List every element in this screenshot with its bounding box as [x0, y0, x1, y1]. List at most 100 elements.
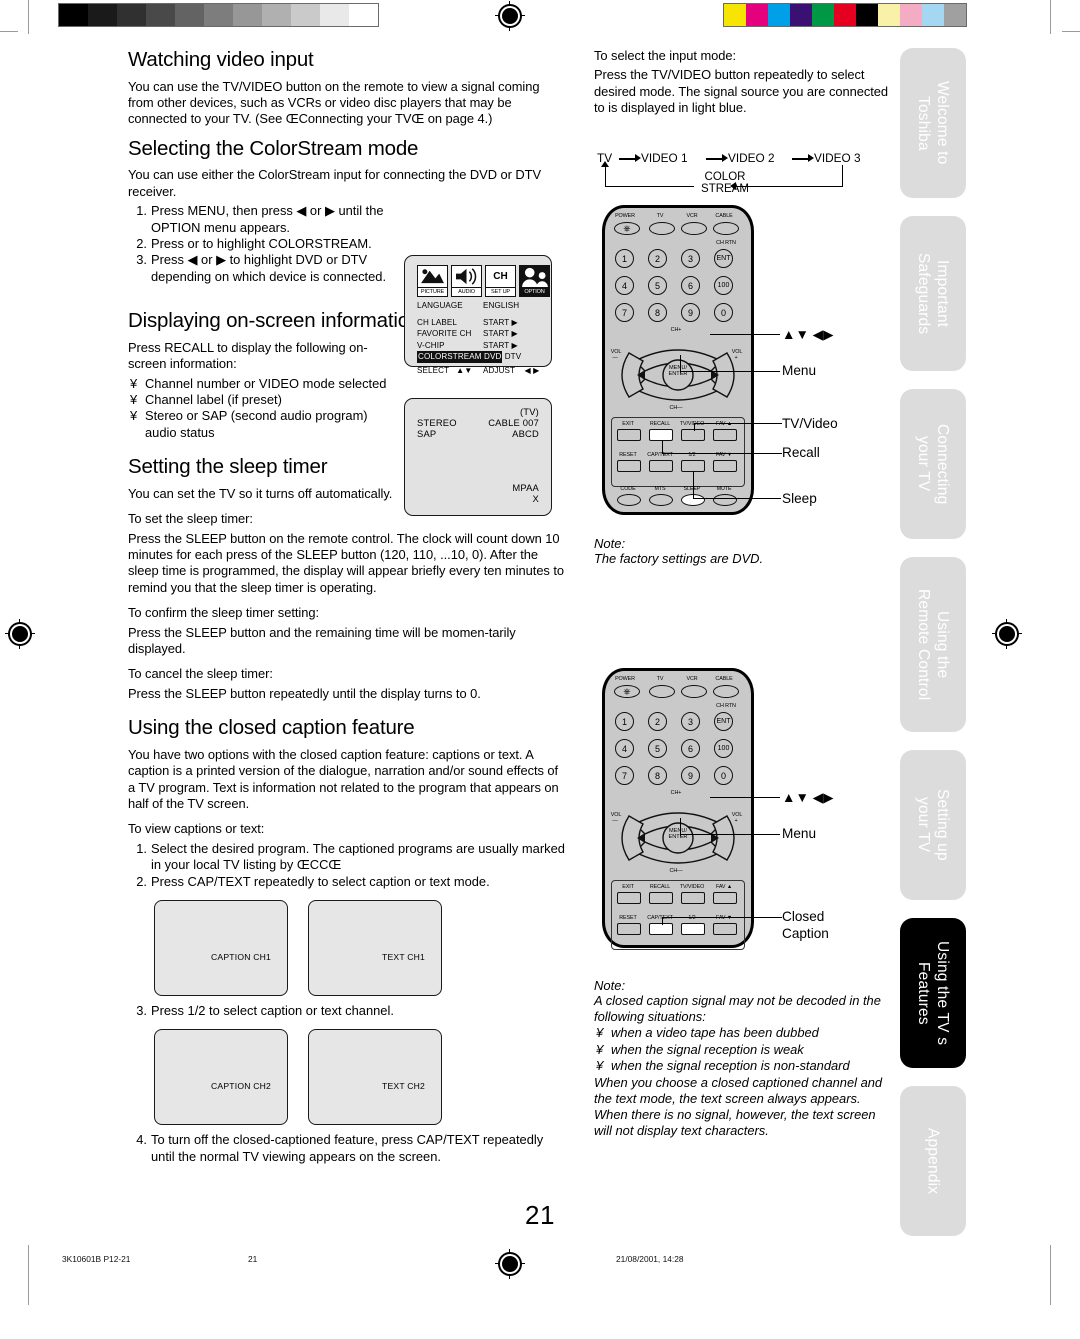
remote-key-9[interactable]: 9 [681, 303, 700, 322]
flow-item-video3: VIDEO 3 [814, 151, 861, 165]
remote-key-4[interactable]: 4 [615, 739, 634, 758]
remote-button-vcr[interactable] [681, 685, 707, 698]
remote-key-0[interactable]: 0 [714, 303, 733, 322]
osd-icon-option[interactable]: OPTION [519, 265, 550, 297]
step-text: Press 1/2 to select caption or text chan… [151, 1003, 394, 1019]
flow-arrowhead-2 [722, 154, 728, 162]
remote-key-2[interactable]: 2 [648, 712, 667, 731]
remote-key-7[interactable]: 7 [615, 766, 634, 785]
osd-icon-picture[interactable]: PICTURE [417, 265, 448, 297]
gray-swatch-0 [59, 4, 88, 26]
remote-key-7[interactable]: 7 [615, 303, 634, 322]
list-item: 4. To turn off the closed-captioned featu… [128, 1132, 568, 1165]
remote-button-cable[interactable] [713, 685, 739, 698]
remote-key-1[interactable]: 1 [615, 712, 634, 731]
remote-key-ent[interactable]: ENT [714, 712, 733, 731]
remote-key-100[interactable]: 100 [714, 276, 733, 295]
osd-recall-display: (TV) STEREO CABLE 007 SAP ABCD MPAA X [404, 398, 552, 516]
remote-button-reset[interactable] [617, 923, 641, 935]
remote-button-exit[interactable] [617, 892, 641, 904]
osd-icon-audio[interactable]: AUDIO [451, 265, 482, 297]
list-item: ¥ Channel number or VIDEO mode selected [128, 376, 390, 392]
section-tab-using-the-remote-control[interactable]: Using the Remote Control [900, 557, 966, 732]
remote-key-8[interactable]: 8 [648, 303, 667, 322]
remote-button-cap-text[interactable] [649, 923, 673, 935]
osd-menu-row[interactable]: COLORSTREAM DVD DTV [417, 351, 542, 363]
remote-button-exit[interactable] [617, 429, 641, 441]
step-number: 3. [136, 252, 147, 268]
remote-button-fav-[interactable] [713, 460, 737, 472]
footer-document-code: 3K10601B P12-21 [62, 1254, 131, 1264]
remote-key-100[interactable]: 100 [714, 739, 733, 758]
remote-callout-line-vertical [662, 917, 664, 925]
section-tab-welcome-to-toshiba[interactable]: Welcome to Toshiba [900, 48, 966, 198]
remote-button-cable[interactable] [713, 222, 739, 235]
remote-button-mts[interactable] [649, 494, 673, 506]
remote-button-reset[interactable] [617, 460, 641, 472]
section-tab-label: Using the Remote Control [915, 588, 951, 701]
remote-button-tv-video[interactable] [681, 429, 705, 441]
crop-mark-top-left [28, 0, 29, 34]
remote-key-6[interactable]: 6 [681, 739, 700, 758]
remote-button-power[interactable]: ⎈ [614, 685, 640, 698]
osd-menu-row[interactable]: CH LABEL START ▶ [417, 317, 542, 329]
remote-button-fav-[interactable] [713, 923, 737, 935]
remote-label-code: CODE [620, 486, 636, 492]
remote-key-9[interactable]: 9 [681, 766, 700, 785]
remote-button-mute[interactable] [713, 494, 737, 506]
osd-menu-row[interactable]: V-CHIP START ▶ [417, 340, 542, 352]
text-to-confirm-sleep-timer: Press the SLEEP button and the remaining… [128, 624, 516, 656]
remote-button-recall[interactable] [649, 429, 673, 441]
osd-menu-row[interactable]: FAVORITE CH START ▶ [417, 328, 542, 340]
remote-button-tv-video[interactable] [681, 892, 705, 904]
color-calibration-strip [723, 3, 967, 27]
osd-adjust-arrows: ◀ ▶ [524, 365, 540, 375]
osd-select-label: SELECT ▲▼ [417, 365, 473, 375]
section-tab-setting-up-your-tv[interactable]: Setting up your TV [900, 750, 966, 900]
section-tab-using-the-tv-s-features[interactable]: Using the TV s Features [900, 918, 966, 1068]
section-tab-appendix[interactable]: Appendix [900, 1086, 966, 1236]
paragraph-closed-caption: You have two options with the closed cap… [128, 746, 559, 811]
section-tab-important-safeguards[interactable]: Important Safeguards [900, 216, 966, 371]
remote-button-tv[interactable] [649, 222, 675, 235]
cc-example-label: TEXT CH2 [382, 1081, 425, 1092]
remote-key-3[interactable]: 3 [681, 712, 700, 731]
remote-key-ent[interactable]: ENT [714, 249, 733, 268]
osd-icon-row: PICTURE AUDIO CH SET UP OPTION [417, 265, 550, 297]
remote-key-1[interactable]: 1 [615, 249, 634, 268]
flow-arrow-2 [706, 158, 723, 160]
remote-button-cap-text[interactable] [649, 460, 673, 472]
note-closed-caption: Note: A closed caption signal may not be… [594, 978, 894, 1139]
list-item: 2. Press or to highlight COLORSTREAM. [128, 236, 390, 252]
remote-button-1-2[interactable] [681, 923, 705, 935]
remote-key-0[interactable]: 0 [714, 766, 733, 785]
remote-button-fav-[interactable] [713, 892, 737, 904]
remote-key-3[interactable]: 3 [681, 249, 700, 268]
osd-menu-row[interactable]: LANGUAGE ENGLISH [417, 300, 542, 312]
remote-button-code[interactable] [617, 494, 641, 506]
osd-icon-set-up[interactable]: CH SET UP [485, 265, 516, 297]
picture-icon [417, 265, 448, 288]
remote-button-fav-[interactable] [713, 429, 737, 441]
remote-button-recall[interactable] [649, 892, 673, 904]
osd-select-arrows: ▲▼ [456, 365, 473, 375]
cc-example-label: CAPTION CH2 [211, 1081, 271, 1092]
bullet-text: Channel label (if preset) [145, 391, 282, 407]
remote-key-6[interactable]: 6 [681, 276, 700, 295]
remote-button-tv[interactable] [649, 685, 675, 698]
gray-swatch-6 [233, 4, 262, 26]
remote-key-5[interactable]: 5 [648, 739, 667, 758]
section-tab-connecting-your-tv[interactable]: Connecting your TV [900, 389, 966, 539]
remote-button-power[interactable]: ⎈ [614, 222, 640, 235]
remote-key-8[interactable]: 8 [648, 766, 667, 785]
footer-timestamp: 21/08/2001, 14:28 [616, 1254, 684, 1264]
remote-button-vcr[interactable] [681, 222, 707, 235]
osd-row-value: START ▶ [483, 329, 518, 338]
grayscale-calibration-strip [58, 3, 379, 27]
gray-swatch-4 [175, 4, 204, 26]
remote-key-5[interactable]: 5 [648, 276, 667, 295]
color-swatch-2 [768, 4, 790, 26]
people-icon [519, 265, 550, 288]
remote-key-4[interactable]: 4 [615, 276, 634, 295]
remote-key-2[interactable]: 2 [648, 249, 667, 268]
